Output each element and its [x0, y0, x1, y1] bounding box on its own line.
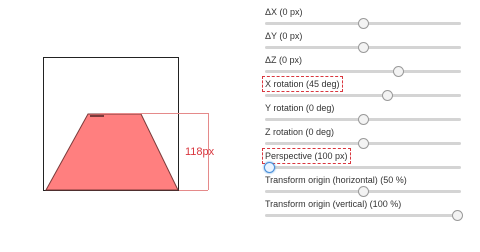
slider-track[interactable]	[265, 66, 461, 77]
measure-bottom-guide	[179, 190, 208, 191]
measure-top-guide	[100, 113, 208, 114]
control-row: Y rotation (0 deg)	[265, 102, 475, 128]
control-row: Perspective (100 px)	[262, 148, 475, 176]
slider-thumb[interactable]	[393, 66, 405, 77]
slider-thumb[interactable]	[358, 18, 369, 29]
slider-track[interactable]	[265, 90, 461, 101]
slider-track[interactable]	[265, 18, 461, 29]
slider-track[interactable]	[265, 138, 461, 149]
transform-preview-box	[43, 57, 179, 191]
slider-track[interactable]	[265, 114, 461, 125]
slider-thumb[interactable]	[381, 90, 393, 101]
control-label: Transform origin (vertical) (100 %)	[265, 199, 402, 209]
transformed-element	[45, 113, 179, 191]
slider-track[interactable]	[265, 210, 464, 221]
slider-thumb[interactable]	[263, 162, 275, 173]
control-label: X rotation (45 deg)	[262, 76, 343, 92]
slider-thumb[interactable]	[358, 186, 369, 197]
slider-thumb[interactable]	[452, 210, 464, 221]
slider-thumb[interactable]	[358, 114, 369, 125]
transformed-face	[45, 113, 179, 191]
control-label: Y rotation (0 deg)	[265, 103, 335, 113]
control-label: Z rotation (0 deg)	[265, 127, 335, 137]
slider-thumb[interactable]	[358, 138, 369, 149]
measure-label: 118px	[185, 146, 215, 158]
control-label: ΔY (0 px)	[265, 31, 303, 41]
control-label: Perspective (100 px)	[262, 148, 351, 164]
slider-track[interactable]	[263, 162, 461, 173]
control-label: ΔX (0 px)	[265, 7, 303, 17]
slider-thumb[interactable]	[358, 42, 369, 53]
control-row: X rotation (45 deg)	[262, 76, 475, 104]
slider-track[interactable]	[265, 186, 461, 197]
control-label: ΔZ (0 px)	[265, 55, 303, 65]
face-text-mark	[90, 115, 104, 117]
control-row: Transform origin (horizontal) (50 %)	[265, 174, 475, 200]
control-row: Transform origin (vertical) (100 %)	[265, 198, 475, 224]
control-row: ΔX (0 px)	[265, 6, 475, 32]
slider-track[interactable]	[265, 42, 461, 53]
control-label: Transform origin (horizontal) (50 %)	[265, 175, 407, 185]
control-row: ΔY (0 px)	[265, 30, 475, 56]
